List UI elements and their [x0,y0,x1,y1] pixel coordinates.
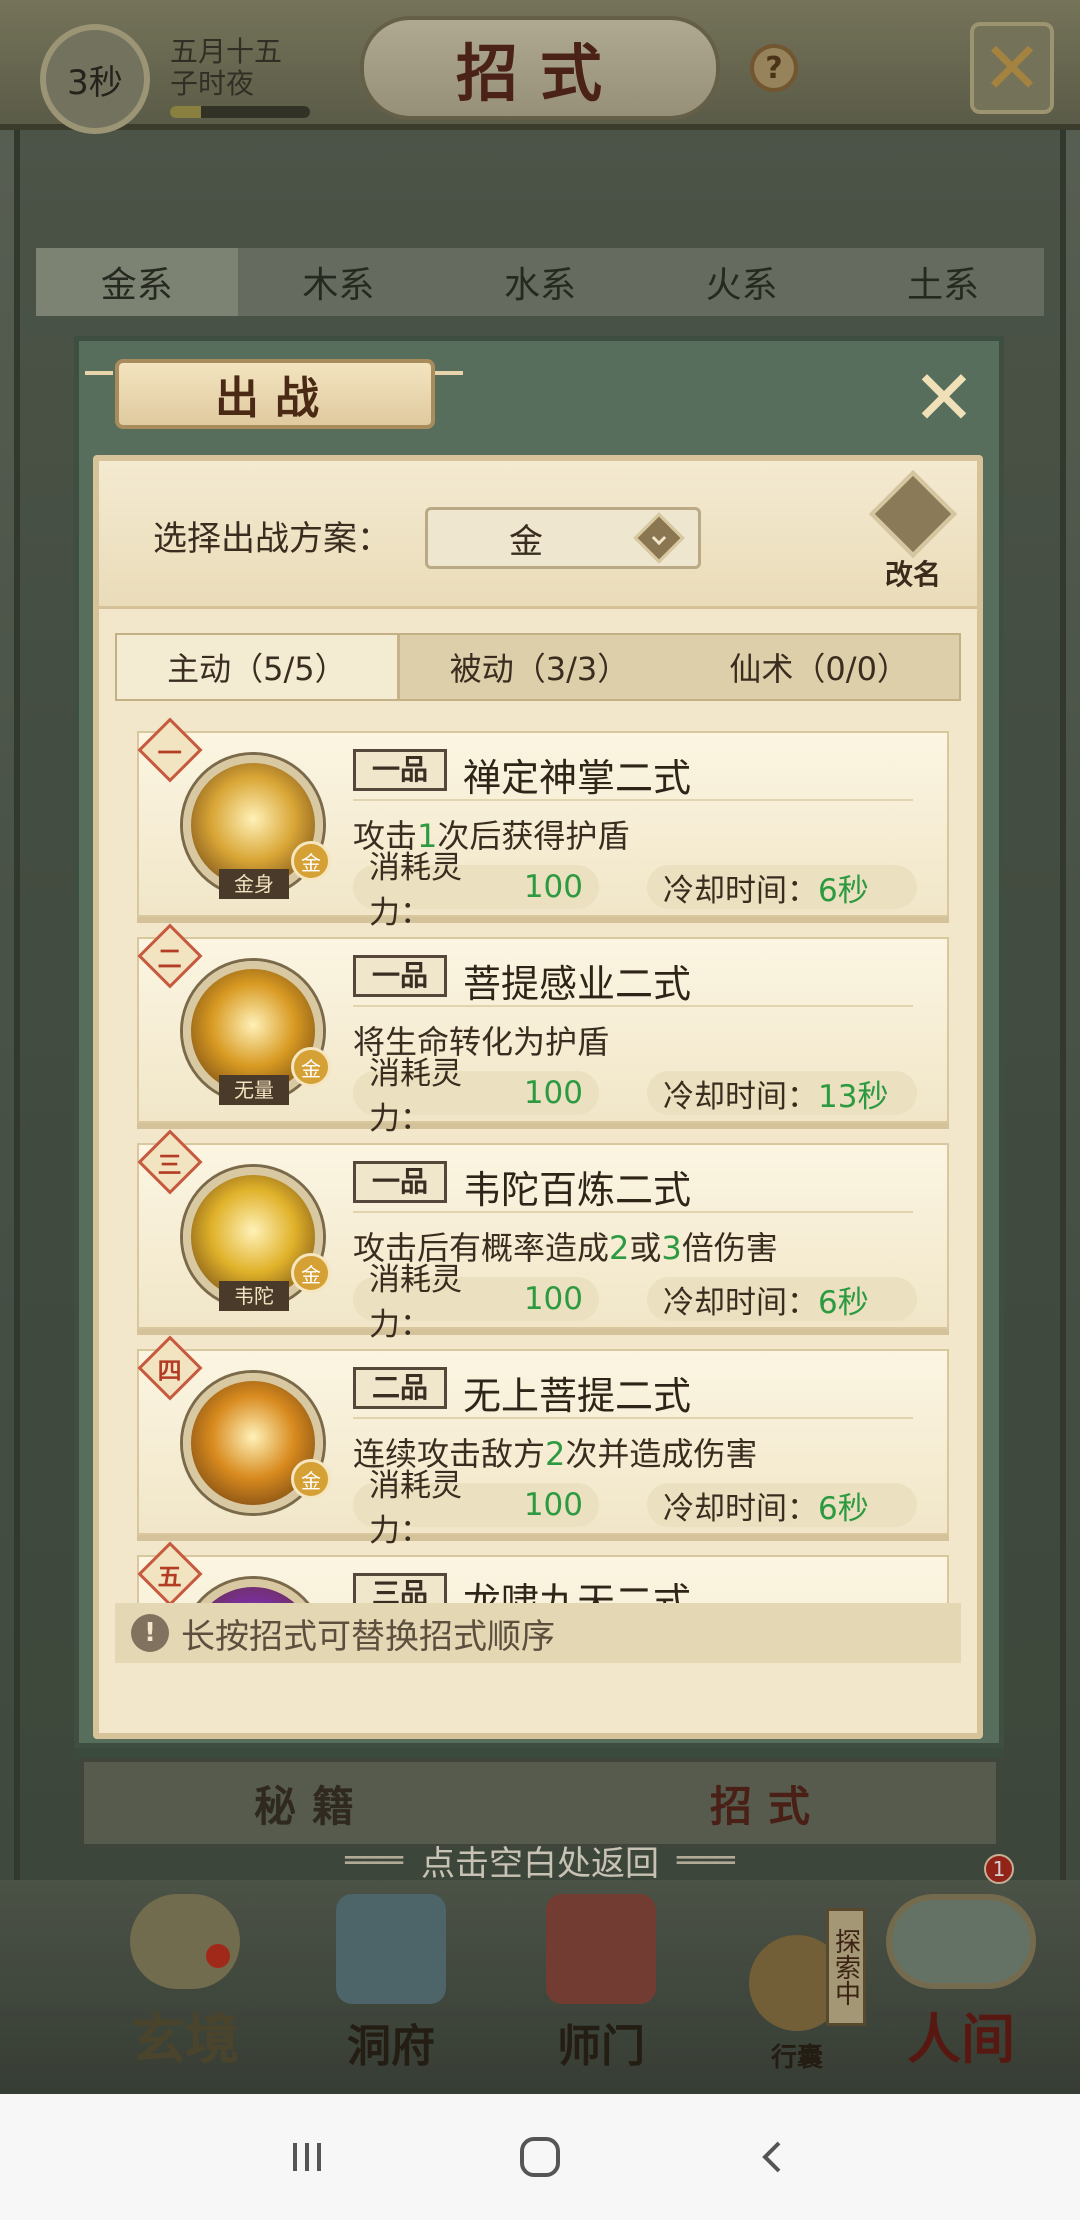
cost-value: 100 [523,1075,583,1111]
mana-cost: 消耗灵力： 100 [353,850,599,931]
hint-text: 长按招式可替换招式顺序 [181,1616,555,1657]
desc-text: 次并造成伤害 [565,1435,758,1473]
back-button[interactable] [733,2117,813,2197]
skill-card[interactable]: 三韦陀金一品 韦陀百炼二式 攻击后有概率造成2或3倍伤害 消耗灵力： 100 冷却时间： 6… [137,1129,949,1343]
cooldown: 冷却时间： 13秒 [647,1071,917,1115]
element-badge: 金 [291,841,331,881]
skill-name: 菩提感业二式 [463,962,692,1006]
divider [353,1417,913,1419]
plan-row: 选择出战方案： 金 改名 [99,461,977,609]
tab-passive-skills[interactable]: 被动（3/3） [400,635,680,699]
element-badge: 金 [291,1253,331,1293]
home-button[interactable] [500,2117,580,2197]
rank-number: 二 [158,943,182,973]
cooldown-label: 冷却时间： [663,872,818,909]
mana-cost: 消耗灵力： 100 [353,1468,599,1549]
divider [353,1005,913,1007]
crossed-swords-icon[interactable]: ✕ [909,360,979,436]
grade-tag: 一品 [353,1161,447,1203]
rank-badge: 三 [137,1129,203,1195]
skill-icon-label: 金身 [219,869,289,899]
mana-cost: 消耗灵力： 100 [353,1262,599,1343]
rank-number: 五 [158,1561,182,1591]
skill-name: 韦陀百炼二式 [463,1168,692,1212]
cost-value: 100 [523,1487,583,1523]
rank-badge: 二 [137,923,203,989]
divider [353,1211,913,1213]
grade-tag: 二品 [353,1367,447,1409]
rename-button[interactable]: 改名 [869,470,957,593]
cooldown-value: 13秒 [818,1078,889,1115]
chevron-down-icon [633,512,685,564]
desc-number: 2 [609,1229,630,1267]
desc-number: 2 [545,1435,566,1473]
element-badge: 金 [291,1459,331,1499]
rename-label: 改名 [884,558,941,591]
exclamation-icon: ! [131,1614,169,1652]
rank-number: 一 [158,737,182,767]
tab-immortal-arts[interactable]: 仙术（0/0） [679,635,959,699]
skill-card[interactable]: 二无量金一品 菩提感业二式 将生命转化为护盾 消耗灵力： 100 冷却时间： 13秒 [137,923,949,1137]
skill-type-tabs: 主动（5/5） 被动（3/3） 仙术（0/0） [115,633,961,701]
desc-text: 倍伤害 [681,1229,778,1267]
divider [353,799,913,801]
cost-label: 消耗灵力： [369,1056,462,1137]
cooldown-label: 冷却时间： [663,1490,818,1527]
skill-icon-label: 韦陀 [219,1281,289,1311]
cost-value: 100 [523,1281,583,1317]
skill-name: 无上菩提二式 [463,1374,692,1418]
cost-label: 消耗灵力： [369,1262,462,1343]
plan-value: 金 [509,521,543,562]
cooldown: 冷却时间： 6秒 [647,1483,917,1527]
cost-label: 消耗灵力： [369,850,462,931]
rank-number: 四 [158,1355,182,1385]
desc-number: 3 [661,1229,682,1267]
cooldown-label: 冷却时间： [663,1284,818,1321]
battle-setup-dialog: 出战 ✕ 选择出战方案： 金 改名 主动（5/5） 被动（3/3） 仙术（0/0… [74,336,1004,1748]
brush-icon [869,470,957,558]
cooldown-value: 6秒 [818,1490,869,1527]
grade-tag: 一品 [353,955,447,997]
skill-name: 禅定神掌二式 [463,756,692,800]
dialog-title-plate: 出战 [115,359,435,429]
system-nav-bar [0,2094,1080,2220]
plan-dropdown[interactable]: 金 [425,507,701,569]
element-badge: 金 [291,1047,331,1087]
skill-card[interactable]: 一金身金一品 禅定神掌二式 攻击1次后获得护盾 消耗灵力： 100 冷却时间： 6秒 [137,717,949,931]
cooldown-value: 6秒 [818,1284,869,1321]
skill-card[interactable]: 四金二品 无上菩提二式 连续攻击敌方2次并造成伤害 消耗灵力： 100 冷却时间： 6秒 [137,1335,949,1549]
desc-text: 或 [629,1229,662,1267]
recents-button[interactable] [267,2117,347,2197]
plate-ornament [435,371,463,375]
mana-cost: 消耗灵力： 100 [353,1056,599,1137]
tab-active-skills[interactable]: 主动（5/5） [117,635,400,699]
rank-badge: 一 [137,717,203,783]
skill-list[interactable]: 一金身金一品 禅定神掌二式 攻击1次后获得护盾 消耗灵力： 100 冷却时间： 6秒二无量金… [115,717,961,1611]
plan-label: 选择出战方案： [153,519,391,559]
cooldown: 冷却时间： 6秒 [647,865,917,909]
rank-number: 三 [158,1149,182,1179]
plate-ornament [85,371,113,375]
cooldown-value: 6秒 [818,872,869,909]
reorder-hint: ! 长按招式可替换招式顺序 [115,1603,961,1663]
dialog-title: 出战 [215,373,335,424]
rank-badge: 四 [137,1335,203,1401]
dialog-panel: 选择出战方案： 金 改名 主动（5/5） 被动（3/3） 仙术（0/0） 一金身… [93,455,983,1739]
rank-badge: 五 [137,1541,203,1607]
cooldown-label: 冷却时间： [663,1078,818,1115]
cost-label: 消耗灵力： [369,1468,462,1549]
skill-icon-label: 无量 [219,1075,289,1105]
cost-value: 100 [523,869,583,905]
cooldown: 冷却时间： 6秒 [647,1277,917,1321]
grade-tag: 一品 [353,749,447,791]
